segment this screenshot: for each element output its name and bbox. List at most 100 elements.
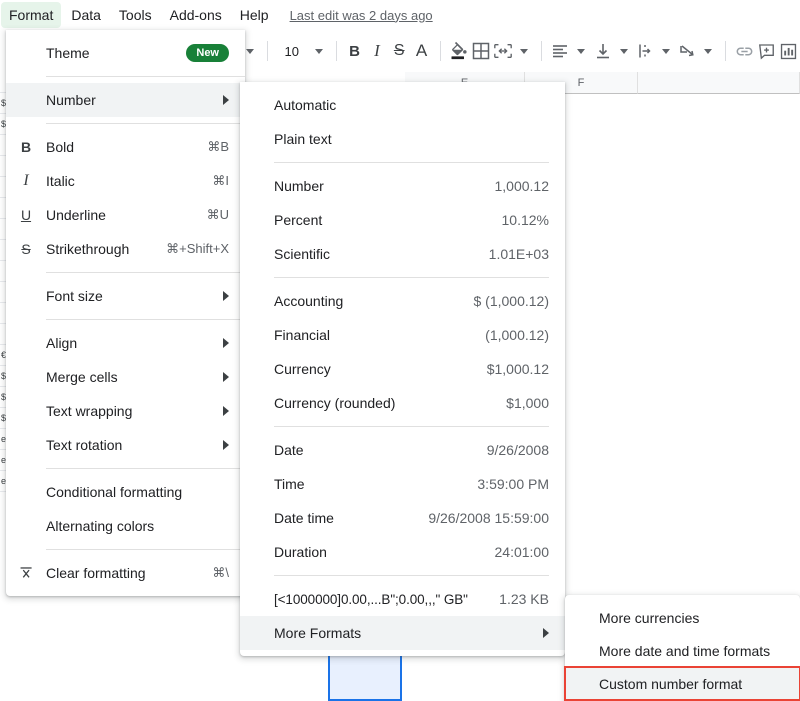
menu-item-time[interactable]: Time 3:59:00 PM bbox=[240, 467, 565, 501]
menubar-item-data[interactable]: Data bbox=[63, 2, 109, 28]
merge-cells-chevron-down-icon[interactable] bbox=[520, 48, 529, 54]
italic-icon: I bbox=[23, 172, 29, 189]
toolbar: 10 B I S A bbox=[240, 30, 800, 72]
menu-item-sample: 1.23 KB bbox=[499, 591, 549, 607]
menu-item-label: Percent bbox=[274, 212, 323, 228]
submenu-arrow-icon bbox=[223, 406, 229, 416]
menu-item-label: Clear formatting bbox=[46, 565, 146, 581]
menu-item-clear-formatting[interactable]: Clear formatting ⌘\ bbox=[6, 556, 245, 590]
menu-item-plain-text[interactable]: Plain text bbox=[240, 122, 565, 156]
format-menu: Theme New Number B Bold ⌘B I Italic ⌘I U… bbox=[6, 30, 245, 596]
underline-icon: U bbox=[20, 207, 32, 223]
menu-item-duration[interactable]: Duration 24:01:00 bbox=[240, 535, 565, 569]
menu-item-label: Custom number format bbox=[599, 675, 743, 692]
horizontal-align-icon[interactable] bbox=[550, 37, 570, 65]
menu-item-merge-cells[interactable]: Merge cells bbox=[6, 360, 245, 394]
menu-item-currency-rounded[interactable]: Currency (rounded) $1,000 bbox=[240, 386, 565, 420]
menu-item-automatic[interactable]: Automatic bbox=[240, 88, 565, 122]
insert-comment-icon[interactable] bbox=[756, 37, 776, 65]
toolbar-divider bbox=[725, 41, 727, 61]
menubar-item-format[interactable]: Format bbox=[1, 2, 62, 28]
menu-item-currency[interactable]: Currency $1,000.12 bbox=[240, 352, 565, 386]
menu-item-sample: $1,000 bbox=[506, 395, 549, 411]
submenu-arrow-icon bbox=[223, 372, 229, 382]
menu-item-label: Font size bbox=[46, 288, 103, 304]
toolbar-divider bbox=[267, 41, 268, 61]
menu-item-shortcut: ⌘U bbox=[206, 207, 229, 222]
menu-item-sample: 10.12% bbox=[501, 212, 549, 228]
menu-item-sample: 1,000.12 bbox=[494, 178, 550, 194]
font-size-value[interactable]: 10 bbox=[275, 42, 309, 61]
font-size-chevron-down-icon[interactable] bbox=[314, 48, 323, 54]
menu-item-align[interactable]: Align bbox=[6, 326, 245, 360]
menu-item-shortcut: ⌘B bbox=[207, 139, 229, 154]
text-rotation-chevron-down-icon[interactable] bbox=[704, 48, 713, 54]
menu-item-label: Alternating colors bbox=[46, 518, 155, 534]
menu-item-sample: $ (1,000.12) bbox=[473, 293, 550, 309]
menu-item-accounting[interactable]: Accounting $ (1,000.12) bbox=[240, 284, 565, 318]
submenu-arrow-icon bbox=[543, 628, 549, 638]
column-header-g[interactable] bbox=[638, 72, 800, 94]
menu-item-label: Strikethrough bbox=[46, 241, 130, 257]
menu-item-label: More date and time formats bbox=[599, 642, 771, 659]
submenu-arrow-icon bbox=[223, 440, 229, 450]
menu-item-date[interactable]: Date 9/26/2008 bbox=[240, 433, 565, 467]
menu-item-financial[interactable]: Financial (1,000.12) bbox=[240, 318, 565, 352]
menu-item-strikethrough[interactable]: S Strikethrough ⌘+Shift+X bbox=[6, 232, 245, 266]
menu-item-more-date-and-time-formats[interactable]: More date and time formats bbox=[565, 634, 800, 667]
menu-item-custom-number-format[interactable]: Custom number format bbox=[564, 666, 800, 701]
menubar-item-help[interactable]: Help bbox=[232, 2, 277, 28]
menu-item-date-time[interactable]: Date time 9/26/2008 15:59:00 bbox=[240, 501, 565, 535]
menu-item-number[interactable]: Number 1,000.12 bbox=[240, 169, 565, 203]
merge-cells-icon[interactable] bbox=[493, 37, 513, 65]
strikethrough-button[interactable]: S bbox=[389, 37, 409, 65]
submenu-arrow-icon bbox=[223, 338, 229, 348]
text-wrapping-chevron-down-icon[interactable] bbox=[662, 48, 670, 54]
fill-color-icon[interactable] bbox=[448, 37, 468, 65]
menu-item-label: Date time bbox=[274, 510, 334, 526]
menu-separator bbox=[274, 277, 549, 278]
menu-item-text-rotation[interactable]: Text rotation bbox=[6, 428, 245, 462]
vertical-align-icon[interactable] bbox=[592, 37, 612, 65]
submenu-arrow-icon bbox=[223, 291, 229, 301]
menu-item-label: Conditional formatting bbox=[46, 484, 183, 500]
menubar-item-add-ons[interactable]: Add-ons bbox=[162, 2, 230, 28]
text-color-button[interactable]: A bbox=[411, 37, 431, 65]
menu-item-shortcut: ⌘+Shift+X bbox=[166, 241, 229, 256]
menu-item-theme[interactable]: Theme New bbox=[6, 36, 245, 70]
menu-item-shortcut: ⌘\ bbox=[212, 565, 229, 580]
clear-formatting-icon bbox=[6, 565, 46, 582]
menu-item-bold[interactable]: B Bold ⌘B bbox=[6, 130, 245, 164]
bold-button[interactable]: B bbox=[344, 37, 364, 65]
italic-button[interactable]: I bbox=[367, 37, 387, 65]
menu-item-label: Currency bbox=[274, 361, 331, 377]
menu-item-alternating-colors[interactable]: Alternating colors bbox=[6, 509, 245, 543]
horizontal-align-chevron-down-icon[interactable] bbox=[577, 48, 586, 54]
insert-link-icon[interactable] bbox=[734, 37, 754, 65]
number-submenu: Automatic Plain text Number 1,000.12 Per… bbox=[240, 82, 565, 656]
menu-item-more-formats[interactable]: More Formats bbox=[240, 616, 565, 650]
menubar-item-tools[interactable]: Tools bbox=[111, 2, 160, 28]
menu-item-label: Number bbox=[274, 178, 324, 194]
menu-item-text-wrapping[interactable]: Text wrapping bbox=[6, 394, 245, 428]
text-rotation-icon[interactable] bbox=[677, 37, 697, 65]
menu-item-more-currencies[interactable]: More currencies bbox=[565, 601, 800, 634]
menu-separator bbox=[46, 549, 245, 550]
menu-item-sample: $1,000.12 bbox=[486, 361, 549, 377]
menu-item-percent[interactable]: Percent 10.12% bbox=[240, 203, 565, 237]
menu-item-underline[interactable]: U Underline ⌘U bbox=[6, 198, 245, 232]
menu-item-font-size[interactable]: Font size bbox=[6, 279, 245, 313]
font-family-chevron-down-icon[interactable] bbox=[246, 48, 254, 54]
menu-item-label: Bold bbox=[46, 139, 75, 155]
menu-item-label: Underline bbox=[46, 207, 106, 223]
menu-item-custom-format-recent[interactable]: [<1000000]0.00,...B";0.00,,," GB" 1.23 K… bbox=[240, 582, 565, 616]
menu-item-italic[interactable]: I Italic ⌘I bbox=[6, 164, 245, 198]
insert-chart-icon[interactable] bbox=[779, 37, 799, 65]
last-edit-status[interactable]: Last edit was 2 days ago bbox=[290, 8, 433, 23]
borders-icon[interactable] bbox=[471, 37, 491, 65]
text-wrapping-icon[interactable] bbox=[635, 37, 655, 65]
vertical-align-chevron-down-icon[interactable] bbox=[619, 48, 628, 54]
menu-item-conditional-formatting[interactable]: Conditional formatting bbox=[6, 475, 245, 509]
menu-item-number[interactable]: Number bbox=[6, 83, 245, 117]
menu-item-scientific[interactable]: Scientific 1.01E+03 bbox=[240, 237, 565, 271]
